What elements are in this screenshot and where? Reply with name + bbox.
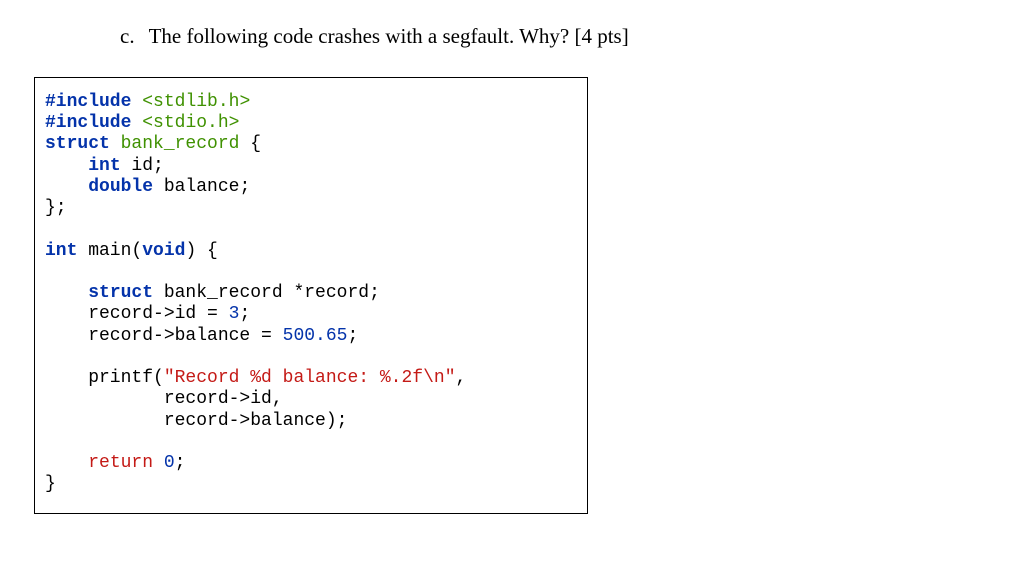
- assign-bal-post: ;: [347, 326, 358, 346]
- printf-call: printf(: [45, 368, 164, 388]
- printf-escape: \n: [423, 368, 445, 388]
- code-block: #include <stdlib.h> #include <stdio.h> s…: [45, 92, 577, 495]
- code-box: #include <stdlib.h> #include <stdio.h> s…: [34, 77, 588, 514]
- include-directive-2: #include: [45, 113, 131, 133]
- include-lib-2: <stdio.h>: [142, 113, 239, 133]
- question-marker: c.: [120, 24, 135, 49]
- struct-keyword: struct: [45, 134, 110, 154]
- int-keyword: int: [88, 156, 120, 176]
- struct-open-brace: {: [239, 134, 261, 154]
- assign-bal-pre: record->balance =: [45, 326, 283, 346]
- int-return-type: int: [45, 241, 77, 261]
- printf-string-2: ": [445, 368, 456, 388]
- main-name: main(: [77, 241, 142, 261]
- balance-field: balance;: [153, 177, 250, 197]
- id-field: id;: [121, 156, 164, 176]
- double-keyword: double: [88, 177, 153, 197]
- question-row: c. The following code crashes with a seg…: [120, 24, 1004, 49]
- include-directive-1: #include: [45, 92, 131, 112]
- struct-keyword-2: struct: [88, 283, 153, 303]
- printf-string-1: "Record %d balance: %.2f: [164, 368, 423, 388]
- assign-id-number: 3: [229, 304, 240, 324]
- printf-arg-2: record->balance);: [45, 411, 347, 431]
- void-keyword: void: [142, 241, 185, 261]
- struct-name: bank_record: [121, 134, 240, 154]
- printf-arg-1: record->id,: [45, 389, 283, 409]
- return-value: 0: [164, 453, 175, 473]
- question-text: The following code crashes with a segfau…: [149, 24, 629, 49]
- record-declaration: bank_record *record;: [153, 283, 380, 303]
- printf-comma: ,: [456, 368, 467, 388]
- return-keyword: return: [88, 453, 153, 473]
- include-lib-1: <stdlib.h>: [142, 92, 250, 112]
- assign-id-post: ;: [239, 304, 250, 324]
- assign-bal-number: 500.65: [283, 326, 348, 346]
- struct-close: };: [45, 198, 67, 218]
- return-semi: ;: [175, 453, 186, 473]
- main-open: ) {: [185, 241, 217, 261]
- main-close: }: [45, 474, 56, 494]
- assign-id-pre: record->id =: [45, 304, 229, 324]
